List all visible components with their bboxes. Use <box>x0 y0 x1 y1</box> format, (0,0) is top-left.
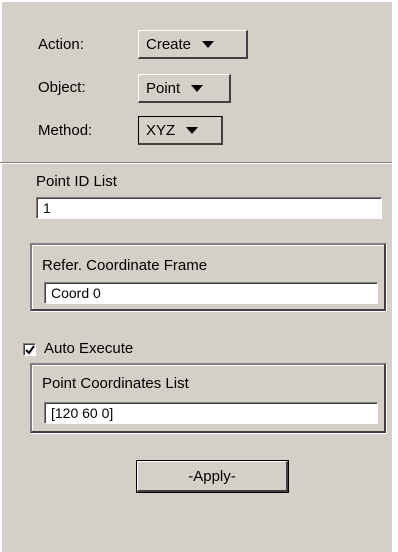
auto-execute-checkbox[interactable] <box>23 343 36 356</box>
ref-frame-input[interactable]: Coord 0 <box>44 282 378 304</box>
object-value: Point <box>146 79 181 97</box>
point-id-label: Point ID List <box>36 173 117 190</box>
point-coords-label: Point Coordinates List <box>42 375 189 392</box>
point-id-input[interactable]: 1 <box>36 197 382 219</box>
point-coords-input[interactable]: [120 60 0] <box>44 402 378 424</box>
point-create-panel: Action: Create Object: Point Method: XYZ… <box>0 0 398 552</box>
apply-button[interactable]: -Apply- <box>137 461 288 492</box>
chevron-down-icon <box>186 127 199 134</box>
action-value: Create <box>146 35 192 53</box>
object-dropdown[interactable]: Point <box>138 74 231 103</box>
chevron-down-icon <box>202 41 215 48</box>
chevron-down-icon <box>191 85 204 92</box>
method-dropdown[interactable]: XYZ <box>138 116 223 145</box>
section-divider <box>0 162 392 164</box>
panel-top-edge <box>0 0 392 2</box>
ref-frame-label: Refer. Coordinate Frame <box>42 257 208 274</box>
panel-right-edge <box>392 0 398 552</box>
checkmark-icon <box>25 345 35 355</box>
ref-frame-group: Refer. Coordinate Frame Coord 0 <box>30 243 386 311</box>
object-label: Object: <box>38 79 86 96</box>
method-value: XYZ <box>146 121 176 139</box>
method-label: Method: <box>38 122 93 139</box>
action-dropdown[interactable]: Create <box>138 30 248 59</box>
apply-button-label: -Apply- <box>188 467 236 485</box>
point-coords-group: Point Coordinates List [120 60 0] <box>30 363 386 433</box>
action-label: Action: <box>38 36 84 53</box>
auto-execute-label: Auto Execute <box>44 340 134 357</box>
panel-left-edge <box>0 0 2 552</box>
